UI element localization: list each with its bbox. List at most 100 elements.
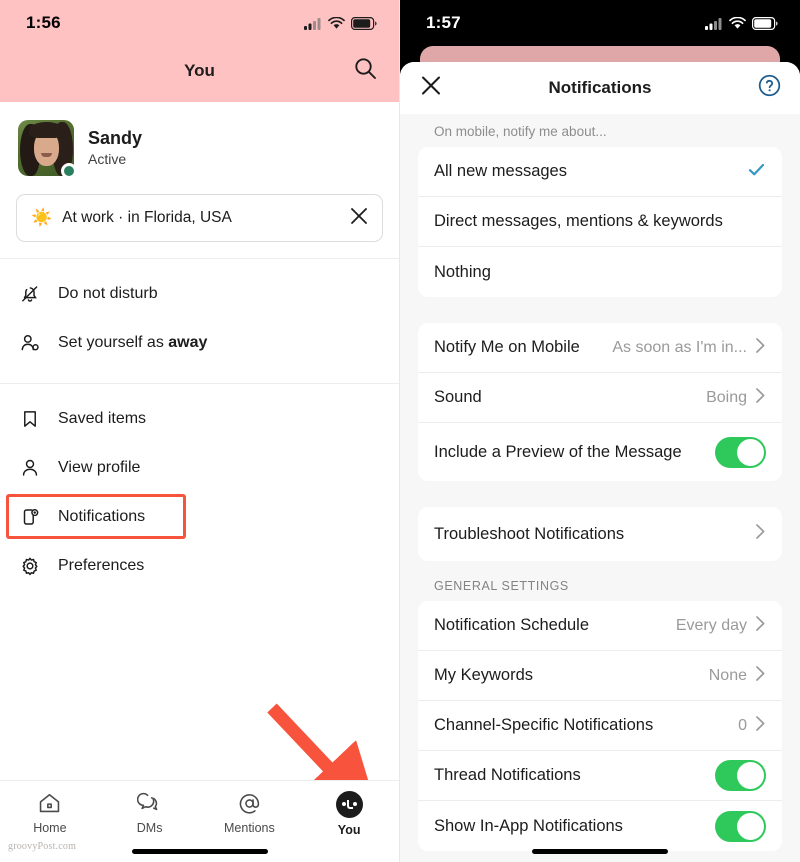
row-value: Every day [675,616,747,634]
row-thread-notifications[interactable]: Thread Notifications [418,751,782,801]
row-sound[interactable]: Sound Boing [418,373,782,423]
notify-caption: On mobile, notify me about... [434,124,607,139]
sheet-header: Notifications [400,62,800,114]
close-icon[interactable] [350,207,368,230]
sheet-body: On mobile, notify me about... All new me… [400,114,800,851]
right-phone-screen: 1:57 Notifications On mobile, notify me … [400,0,800,862]
row-troubleshoot-notifications[interactable]: Troubleshoot Notifications [418,507,782,561]
tab-home[interactable]: Home [0,791,100,835]
row-label: Troubleshoot Notifications [434,524,625,543]
row-value: Boing [706,388,747,406]
row-label: Sound [434,388,482,406]
bookmark-icon [18,407,42,431]
bell-slash-icon [18,282,42,306]
profile-text: Sandy Active [88,127,142,168]
status-indicators [304,16,377,30]
sun-emoji-icon: ☀️ [31,208,53,227]
two-phone-screenshot: 1:56 You Sandy Active ☀️ At work · in Fl… [0,0,800,862]
status-bar: 1:57 [400,0,800,40]
row-notification-schedule[interactable]: Notification Schedule Every day [418,601,782,651]
search-icon[interactable] [354,57,377,85]
tab-label: Mentions [224,821,275,835]
chevron-right-icon [755,615,766,637]
page-title: You [184,61,215,80]
row-label: Notification Schedule [434,616,590,634]
status-time: 1:56 [26,13,61,32]
menu-item-label: Do not disturb [58,284,158,302]
menu-item-preferences[interactable]: Preferences [0,541,399,590]
gear-icon [18,554,42,578]
left-phone-screen: 1:56 You Sandy Active ☀️ At work · in Fl… [0,0,400,862]
notify-option-row[interactable]: Nothing [418,247,782,297]
dm-icon [137,792,158,811]
row-label: Include a Preview of the Message [434,442,682,461]
mention-icon [239,794,259,814]
toggle-show-in-app-notifications[interactable] [715,810,766,842]
profile-presence-label: Active [88,150,127,167]
status-indicators [705,16,778,30]
row-value: None [708,666,747,684]
menu-item-saved-items[interactable]: Saved items [0,394,399,443]
toggle-thread-notifications[interactable] [715,760,766,791]
row-value: 0 [738,716,747,734]
row-show-in-app-notifications[interactable]: Show In-App Notifications [418,801,782,851]
chevron-right-icon [755,337,766,359]
general-settings-card: Notification Schedule Every day My Keywo… [418,601,782,851]
check-icon [747,160,766,184]
watermark: groovyPost.com [8,841,77,852]
chevron-right-icon [755,523,766,545]
wifi-icon [328,16,345,29]
notify-option-row[interactable]: All new messages [418,147,782,197]
left-pink-header: 1:56 You [0,0,399,102]
tab-you[interactable]: You [299,791,399,837]
notifications-sheet: Notifications On mobile, notify me about… [400,62,800,862]
row-label: My Keywords [434,666,534,684]
row-label: Notify Me on Mobile [434,338,580,356]
row-label: Nothing [434,262,491,281]
row-include-preview[interactable]: Include a Preview of the Message [418,423,782,481]
tab-label: Home [33,821,67,835]
row-channel-specific-notifications[interactable]: Channel-Specific Notifications 0 [418,701,782,751]
home-icon [40,793,60,813]
status-pill[interactable]: ☀️ At work · in Florida, USA [16,194,383,242]
menu-item-label: Notifications [58,507,146,525]
status-pill-text: At work · in Florida, USA [62,209,232,226]
tab-dms[interactable]: DMs [100,791,200,835]
wifi-icon [729,16,746,29]
chevron-right-icon [755,387,766,409]
menu-item-set-away[interactable]: Set yourself as away [0,318,399,367]
general-settings-caption: GENERAL SETTINGS [434,579,569,593]
avatar[interactable] [18,120,77,179]
row-label: Channel-Specific Notifications [434,716,654,734]
person-icon [18,456,42,480]
row-value: As soon as I'm in... [612,338,747,356]
toggle-include-preview[interactable] [715,436,766,468]
menu-item-view-profile[interactable]: View profile [0,443,399,492]
row-notify-me-on-mobile[interactable]: Notify Me on Mobile As soon as I'm in... [418,323,782,373]
profile-name: Sandy [88,128,143,149]
menu-item-label: View profile [58,458,141,476]
tab-label: You [337,823,361,837]
menu-item-notifications[interactable]: Notifications [0,492,399,541]
help-circle-icon[interactable] [757,73,782,103]
row-label: Thread Notifications [434,766,581,784]
home-indicator [532,849,668,854]
row-label: Direct messages, mentions & keywords [434,212,723,230]
row-my-keywords[interactable]: My Keywords None [418,651,782,701]
row-label: Show In-App Notifications [434,816,623,835]
chevron-right-icon [755,715,766,737]
tab-mentions[interactable]: Mentions [200,791,300,835]
profile-row[interactable]: Sandy Active [0,102,399,182]
home-indicator [131,849,268,854]
menu-item-do-not-disturb[interactable]: Do not disturb [0,269,399,318]
status-time: 1:57 [426,13,461,32]
close-icon[interactable] [420,75,442,102]
notify-option-row[interactable]: Direct messages, mentions & keywords [418,197,782,247]
battery-icon [351,16,377,30]
person-away-icon [18,331,42,355]
battery-icon [752,16,778,30]
left-nav-bar: You [0,40,399,102]
you-avatar-icon [335,791,363,818]
